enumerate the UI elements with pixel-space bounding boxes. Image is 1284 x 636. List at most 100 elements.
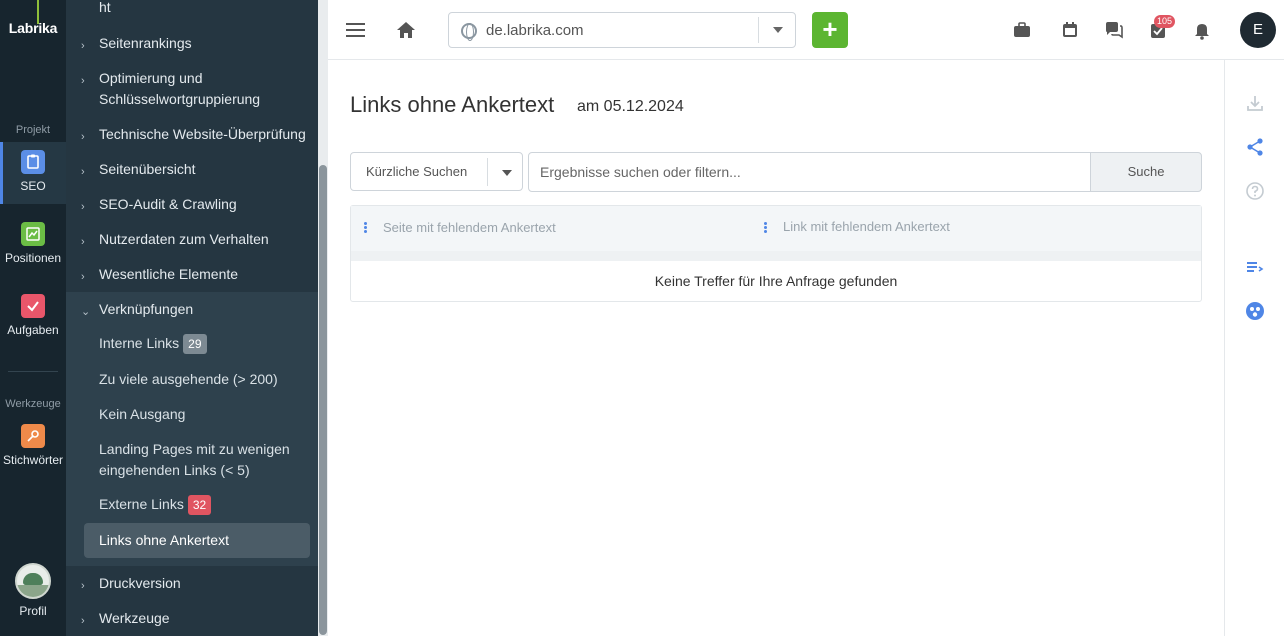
rail-item-tasks[interactable]: Aufgaben [0, 286, 66, 348]
caret-down-icon[interactable] [502, 170, 512, 176]
column-menu-icon[interactable] [364, 222, 368, 234]
recent-searches-label: Kürzliche Suchen [366, 164, 468, 179]
select-separator [758, 17, 759, 43]
chevron-right-icon: › [81, 580, 85, 592]
rail-item-positions[interactable]: Positionen [0, 214, 66, 276]
nav-item-label: Seitenübersicht [99, 161, 196, 177]
rail-label-seo: SEO [20, 179, 46, 193]
chevron-right-icon: › [81, 166, 85, 178]
globe-icon [461, 23, 477, 41]
hamburger-menu-icon[interactable] [344, 18, 368, 42]
chevron-right-icon: › [81, 615, 85, 627]
rail-label-keywords: Stichwörter [2, 453, 64, 467]
nav-item-label: Technische Website-Überprüfung [99, 126, 306, 142]
sub-item-label: Landing Pages mit zu wenigen eingehenden… [99, 441, 290, 478]
sub-item-landing-pages[interactable]: Landing Pages mit zu wenigen eingehenden… [66, 439, 296, 481]
nav-item-label: Druckversion [99, 575, 181, 591]
column-menu-icon[interactable] [764, 222, 768, 234]
rail-label-tasks: Aufgaben [7, 323, 59, 337]
nav-item-label: SEO-Audit & Crawling [99, 196, 237, 212]
nav-item-truncated[interactable]: ht [66, 0, 318, 18]
top-bar: de.labrika.com + 105 E [328, 0, 1284, 60]
page-date: am 05.12.2024 [577, 98, 684, 115]
sub-item-label: Externe Links [99, 496, 184, 512]
chevron-right-icon: › [81, 75, 85, 87]
sub-item-external-links[interactable]: Externe Links 32 [66, 494, 318, 516]
chevron-right-icon: › [81, 236, 85, 248]
nav-item-technical-check[interactable]: › Technische Website-Überprüfung [66, 124, 318, 145]
notification-count-badge: 105 [1154, 15, 1176, 28]
share-icon[interactable] [1245, 137, 1265, 157]
nav-item-label: Werkzeuge [99, 610, 170, 626]
right-tool-panel [1224, 60, 1284, 636]
sub-item-internal-links[interactable]: Interne Links 29 [66, 333, 318, 355]
app-logo[interactable]: Labrika [0, 20, 66, 36]
sub-item-links-without-anchor[interactable]: Links ohne Ankertext [84, 523, 310, 558]
nav-item-links[interactable]: ⌄ Verknüpfungen [66, 299, 318, 320]
nav-item-label: Optimierung und Schlüsselwortgruppierung [99, 70, 261, 107]
sub-item-label: Interne Links [99, 335, 180, 351]
nav-item-label: Seitenrankings [99, 35, 192, 51]
sidebar-scrollbar[interactable] [318, 0, 328, 636]
support-icon[interactable] [1245, 301, 1265, 321]
sub-item-too-many-outgoing[interactable]: Zu viele ausgehende (> 200) [66, 369, 318, 390]
profile-avatar[interactable] [15, 563, 51, 599]
count-badge: 29 [183, 334, 207, 355]
rail-item-keywords[interactable]: Stichwörter [0, 416, 66, 478]
count-badge: 32 [187, 495, 212, 516]
sub-item-label: Zu viele ausgehende (> 200) [99, 371, 278, 387]
project-section-label: Projekt [15, 124, 51, 136]
profile-label[interactable]: Profil [0, 604, 66, 618]
domain-value: de.labrika.com [486, 22, 584, 39]
nav-item-seo-audit[interactable]: › SEO-Audit & Crawling [66, 194, 318, 215]
empty-message: Keine Treffer für Ihre Anfrage gefunden [654, 273, 898, 289]
nav-item-user-behavior[interactable]: › Nutzerdaten zum Verhalten [66, 229, 318, 250]
search-input[interactable] [528, 152, 1091, 192]
calendar-icon[interactable] [1058, 18, 1082, 42]
nav-item-label: Verknüpfungen [99, 301, 194, 317]
column-header-link[interactable]: Link mit fehlendem Ankertext [783, 219, 950, 234]
nav-item-tools[interactable]: › Werkzeuge [66, 608, 318, 629]
chart-icon [21, 222, 45, 246]
bell-icon[interactable] [1190, 18, 1214, 42]
chevron-right-icon: › [81, 201, 85, 213]
avatar-ground [17, 585, 49, 597]
download-icon[interactable] [1245, 93, 1265, 113]
page-title: Links ohne Ankertext [350, 92, 555, 117]
rail-label-positions: Positionen [4, 251, 62, 265]
chat-icon[interactable] [1102, 18, 1126, 42]
briefcase-icon[interactable] [1010, 18, 1034, 42]
rail-item-seo[interactable]: SEO [0, 142, 66, 204]
results-table: Seite mit fehlendem Ankertext Link mit f… [350, 205, 1202, 302]
sub-item-no-outgoing[interactable]: Kein Ausgang [66, 404, 318, 425]
user-avatar[interactable]: E [1240, 12, 1276, 48]
chevron-down-icon: ⌄ [81, 306, 91, 318]
chevron-right-icon: › [81, 271, 85, 283]
key-icon [21, 424, 45, 448]
search-button[interactable]: Suche [1090, 152, 1202, 192]
select-separator [487, 158, 488, 186]
column-header-page[interactable]: Seite mit fehlendem Ankertext [383, 220, 556, 235]
nav-item-label: Nutzerdaten zum Verhalten [99, 231, 269, 247]
caret-down-icon[interactable] [773, 27, 783, 33]
sub-item-label: Kein Ausgang [99, 406, 186, 422]
avatar-tree [23, 573, 43, 585]
clipboard-icon [21, 150, 45, 174]
add-button[interactable]: + [812, 12, 848, 48]
chevron-right-icon: › [81, 40, 85, 52]
tools-section-label: Werkzeuge [5, 398, 61, 410]
nav-item-essential-elements[interactable]: › Wesentliche Elemente [66, 264, 318, 285]
nav-item-print-version[interactable]: › Druckversion [66, 573, 318, 594]
domain-select[interactable]: de.labrika.com [448, 12, 796, 48]
list-settings-icon[interactable] [1245, 257, 1265, 277]
home-icon[interactable] [394, 18, 418, 42]
table-header: Seite mit fehlendem Ankertext Link mit f… [351, 206, 1201, 251]
recent-searches-select[interactable]: Kürzliche Suchen [350, 152, 523, 191]
scrollbar-thumb[interactable] [319, 165, 327, 635]
nav-item-optimization[interactable]: › Optimierung und Schlüsselwortgruppieru… [66, 68, 286, 110]
nav-item-page-rankings[interactable]: › Seitenrankings [66, 33, 318, 54]
help-icon[interactable] [1245, 181, 1265, 201]
checkmark-icon [21, 294, 45, 318]
nav-item-page-overview[interactable]: › Seitenübersicht [66, 159, 318, 180]
nav-panel: ht › Seitenrankings › Optimierung und Sc… [66, 0, 318, 636]
